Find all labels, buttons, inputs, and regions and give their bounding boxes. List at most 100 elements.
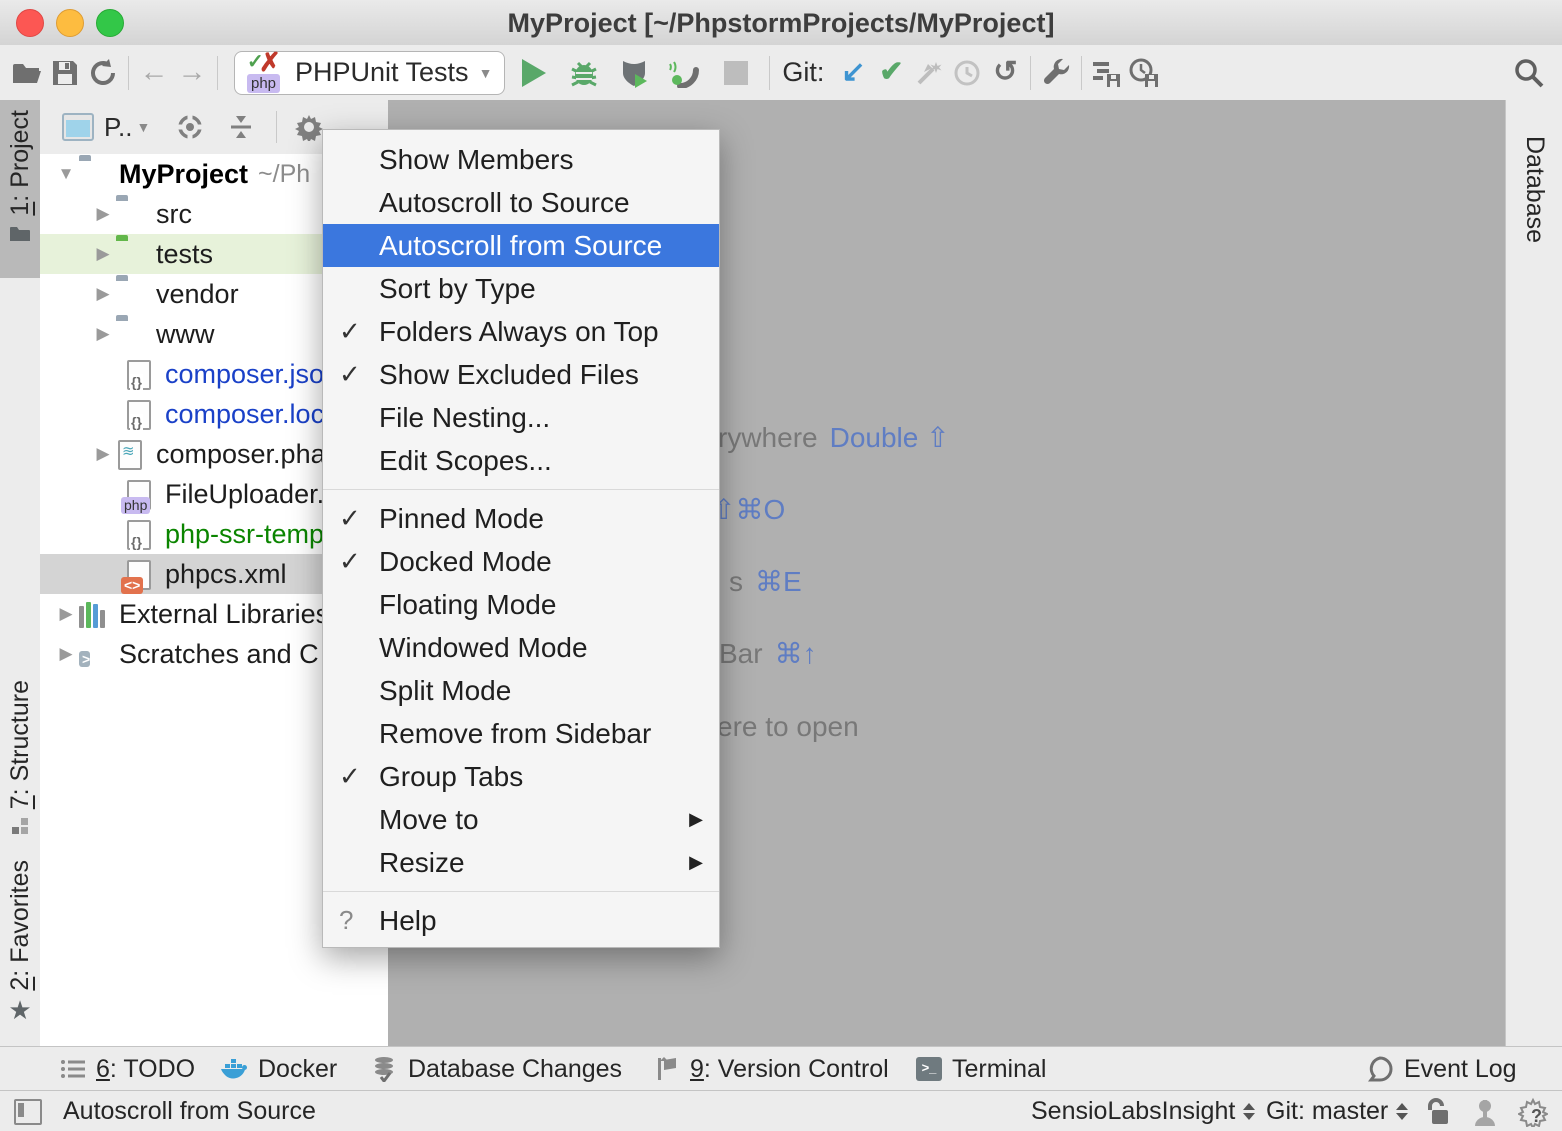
expand-closed-icon: ▶ bbox=[90, 324, 116, 344]
xml-file-icon: <> bbox=[125, 560, 155, 588]
menu-item-show-excluded-files[interactable]: ✓Show Excluded Files bbox=[323, 353, 719, 396]
json-file-icon: {} bbox=[125, 360, 155, 388]
git-update-button[interactable]: ↙ bbox=[834, 53, 872, 93]
tab-terminal[interactable]: >_ Terminal bbox=[916, 1047, 1046, 1091]
run-configuration-select[interactable]: ✓✗ php PHPUnit Tests ▼ bbox=[234, 51, 505, 95]
git-branch-widget[interactable]: Git: master bbox=[1266, 1091, 1408, 1131]
folder-icon bbox=[116, 320, 146, 348]
menu-item-split-mode[interactable]: Split Mode bbox=[323, 669, 719, 712]
menu-item-folders-always-on-top[interactable]: ✓Folders Always on Top bbox=[323, 310, 719, 353]
git-cherry-pick-button[interactable] bbox=[910, 53, 948, 93]
tab-todo[interactable]: 6: TODO bbox=[60, 1047, 195, 1091]
structure-icon bbox=[11, 817, 29, 835]
commit-check-icon: ✔ bbox=[879, 58, 903, 87]
run-configuration-label: PHPUnit Tests bbox=[295, 57, 469, 88]
insight-widget[interactable]: SensioLabsInsight bbox=[1031, 1091, 1255, 1131]
menu-item-help[interactable]: ?Help bbox=[323, 899, 719, 942]
expand-closed-icon: ▶ bbox=[53, 604, 79, 624]
show-history-button[interactable] bbox=[948, 53, 986, 93]
tab-database[interactable]: Database bbox=[1506, 122, 1562, 243]
restore-layout-button[interactable] bbox=[1126, 53, 1164, 93]
tab-project[interactable]: 1: Project bbox=[0, 100, 40, 278]
toolbar-separator bbox=[128, 56, 129, 90]
menu-item-move-to[interactable]: Move to▶ bbox=[323, 798, 719, 841]
inspection-profile-button[interactable] bbox=[1472, 1091, 1498, 1131]
sort-arrows-icon bbox=[1396, 1103, 1408, 1120]
tab-favorites[interactable]: 2: Favorites ★ bbox=[0, 860, 40, 1045]
phpstorm-window: MyProject [~/PhpstormProjects/MyProject]… bbox=[0, 0, 1562, 1131]
menu-item-resize[interactable]: Resize▶ bbox=[323, 841, 719, 884]
menu-item-remove-from-sidebar[interactable]: Remove from Sidebar bbox=[323, 712, 719, 755]
docker-icon bbox=[220, 1057, 248, 1081]
hint-recent-files: s⌘E bbox=[729, 565, 802, 598]
menu-item-file-nesting[interactable]: File Nesting... bbox=[323, 396, 719, 439]
git-commit-button[interactable]: ✔ bbox=[872, 53, 910, 93]
tree-label: MyProject bbox=[119, 159, 248, 190]
expand-closed-icon: ▶ bbox=[90, 244, 116, 264]
tree-label: tests bbox=[156, 239, 213, 270]
database-tab-label: Database bbox=[1520, 136, 1549, 243]
star-icon: ★ bbox=[8, 995, 31, 1026]
status-bar: Autoscroll from Source SensioLabsInsight… bbox=[0, 1090, 1562, 1131]
back-button[interactable]: ← bbox=[135, 53, 173, 93]
scratches-icon: > bbox=[79, 640, 109, 668]
bug-icon bbox=[570, 59, 598, 87]
settings-button[interactable] bbox=[1037, 53, 1075, 93]
forward-button[interactable]: → bbox=[173, 53, 211, 93]
listen-debug-button[interactable] bbox=[665, 53, 703, 93]
tree-label: phpcs.xml bbox=[165, 559, 287, 590]
tool-window-switcher-icon bbox=[14, 1099, 42, 1125]
menu-item-sort-by-type[interactable]: Sort by Type bbox=[323, 267, 719, 310]
tree-label: php-ssr-temp bbox=[165, 519, 324, 550]
menu-item-autoscroll-to-source[interactable]: Autoscroll to Source bbox=[323, 181, 719, 224]
gear-button[interactable] bbox=[295, 113, 323, 141]
main-toolbar: ← → ✓✗ php PHPUnit Tests ▼ G bbox=[0, 45, 1562, 101]
chevron-down-icon[interactable]: ▼ bbox=[136, 119, 150, 135]
save-all-button[interactable] bbox=[46, 53, 84, 93]
tree-label: www bbox=[156, 319, 215, 350]
menu-item-autoscroll-from-source[interactable]: Autoscroll from Source bbox=[323, 224, 719, 267]
menu-item-windowed-mode[interactable]: Windowed Mode bbox=[323, 626, 719, 669]
right-tool-window-stripe: Database bbox=[1505, 100, 1562, 1046]
save-layout-button[interactable] bbox=[1088, 53, 1126, 93]
tab-structure[interactable]: 7: Structure bbox=[0, 680, 40, 855]
run-button[interactable] bbox=[515, 53, 553, 93]
toolbar-separator bbox=[769, 56, 770, 90]
inspections-settings-button[interactable]: ? bbox=[1518, 1091, 1548, 1131]
menu-item-docked-mode[interactable]: ✓Docked Mode bbox=[323, 540, 719, 583]
archive-file-icon: ≋ bbox=[116, 440, 146, 468]
tab-event-log[interactable]: Event Log bbox=[1366, 1047, 1517, 1091]
search-everywhere-button[interactable] bbox=[1510, 53, 1548, 93]
favorites-tab-label: 2: Favorites bbox=[6, 860, 35, 991]
toolbar-separator bbox=[217, 56, 218, 90]
window-title: MyProject [~/PhpstormProjects/MyProject] bbox=[0, 8, 1562, 39]
open-button[interactable] bbox=[8, 53, 46, 93]
menu-item-group-tabs[interactable]: ✓Group Tabs bbox=[323, 755, 719, 798]
rollback-button[interactable]: ↺ bbox=[986, 53, 1024, 93]
stop-button[interactable] bbox=[717, 53, 755, 93]
run-with-coverage-button[interactable] bbox=[615, 53, 653, 93]
menu-item-pinned-mode[interactable]: ✓Pinned Mode bbox=[323, 497, 719, 540]
tab-database-changes[interactable]: Database Changes bbox=[372, 1047, 622, 1091]
lock-toggle-button[interactable] bbox=[1424, 1091, 1450, 1131]
tab-version-control[interactable]: 9: Version Control bbox=[656, 1047, 889, 1091]
synchronize-button[interactable] bbox=[84, 53, 122, 93]
menu-item-floating-mode[interactable]: Floating Mode bbox=[323, 583, 719, 626]
save-icon bbox=[52, 60, 78, 86]
menu-item-edit-scopes[interactable]: Edit Scopes... bbox=[323, 439, 719, 482]
tree-label: composer.pha bbox=[156, 439, 326, 470]
json-file-icon: {} bbox=[125, 520, 155, 548]
left-tool-window-stripe: 1: Project 7: Structure 2: Favorites ★ bbox=[0, 100, 41, 1090]
expand-open-icon: ▼ bbox=[53, 164, 79, 184]
locate-file-button[interactable] bbox=[176, 113, 204, 141]
tool-window-switcher-button[interactable] bbox=[14, 1091, 42, 1131]
bottom-tool-window-bar: 6: TODO Docker Database Changes 9: Versi… bbox=[0, 1046, 1562, 1091]
tab-docker[interactable]: Docker bbox=[220, 1047, 337, 1091]
refresh-icon bbox=[89, 59, 117, 87]
menu-item-show-members[interactable]: Show Members bbox=[323, 138, 719, 181]
project-folder-icon bbox=[9, 224, 31, 242]
collapse-all-button[interactable] bbox=[228, 114, 254, 140]
debug-button[interactable] bbox=[565, 53, 603, 93]
project-view-selector[interactable]: P.. bbox=[104, 112, 132, 143]
check-icon: ✓ bbox=[323, 546, 379, 577]
